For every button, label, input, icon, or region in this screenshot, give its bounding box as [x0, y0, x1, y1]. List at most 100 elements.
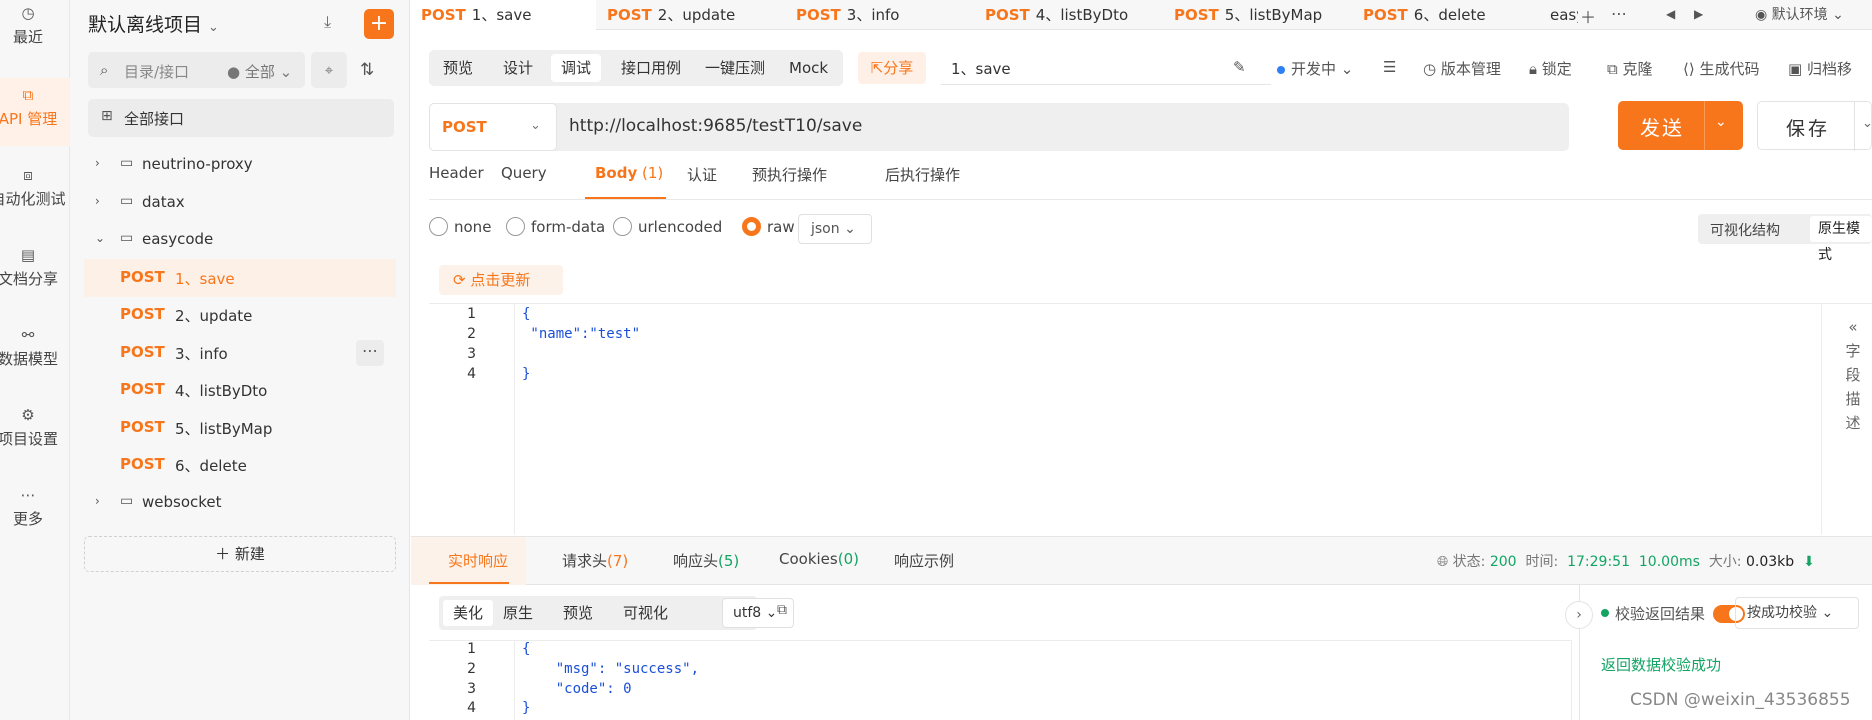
request-body-editor[interactable]: 1 2 3 4 { "name":"test" } [429, 303, 1872, 534]
tab-save[interactable]: POST 1、save [411, 0, 596, 30]
tab-update[interactable]: POST 2、update [597, 0, 785, 30]
response-tabs: 实时响应 请求头(7) 响应头(5) Cookies(0) 响应示例 🌐︎ 状态… [411, 537, 1872, 585]
tree-folder-neutrino-proxy[interactable]: › ▭ neutrino-proxy [84, 146, 396, 184]
tab-info[interactable]: POST 3、info [786, 0, 974, 30]
env-selector[interactable]: ◉ 默认环境 ⌄ [1755, 4, 1844, 24]
rail-item-datamodel[interactable]: ⚯ 数据模型 [0, 326, 70, 369]
api-icon: ⧉ [22, 86, 34, 104]
rail-item-more[interactable]: ⋯ 更多 [0, 486, 70, 529]
radio-form-data[interactable]: form-data [506, 217, 605, 236]
clone-button[interactable]: ⧉ 克隆 [1607, 58, 1653, 79]
url-input[interactable]: http://localhost:9685/testT10/save [569, 116, 862, 136]
fmt-preview[interactable]: 预览 [553, 600, 603, 626]
add-tab-icon[interactable]: ＋ [1580, 4, 1596, 28]
validation-result: 返回数据校验成功 [1601, 656, 1722, 674]
tree-api-listbymap[interactable]: POST 5、listByMap [84, 409, 396, 447]
collapse-validation-button[interactable]: › [1565, 601, 1593, 629]
all-apis-item[interactable]: ⊞ 全部接口 [88, 99, 394, 137]
tree-api-save[interactable]: POST 1、save [84, 259, 396, 297]
chevron-down-icon: ⌄ [208, 20, 219, 35]
subtab-stress[interactable]: 一键压测 [695, 54, 775, 82]
chevron-right-icon: › [95, 494, 100, 508]
tree-api-listbydto[interactable]: POST 4、listByDto [84, 371, 396, 409]
share-button[interactable]: ⇱分享 [858, 52, 926, 84]
nav-rail: ◷ 最近 ⧉ API 管理 ⧈ 自动化测试 ▤ 文档分享 ⚯ 数据模型 ⚙ 项目… [0, 0, 70, 720]
tab-post-script[interactable]: 后执行操作 [885, 164, 960, 185]
field-description-toggle[interactable]: «字段描述 [1843, 315, 1863, 435]
response-body-viewer[interactable]: 1 2 3 4 { "msg": "success", "code": 0 } [429, 640, 1572, 720]
tree-folder-datax[interactable]: › ▭ datax [84, 184, 396, 222]
archive-button[interactable]: ▣ 归档移 [1788, 58, 1852, 79]
tab-header[interactable]: Header [429, 164, 484, 182]
chevron-down-icon[interactable]: ⌄ [1862, 116, 1872, 131]
tree-api-delete[interactable]: POST 6、delete [84, 446, 396, 484]
tab-response-example[interactable]: 响应示例 [894, 550, 954, 571]
tab-auth[interactable]: 认证 [687, 164, 717, 185]
rail-item-settings[interactable]: ⚙ 项目设置 [0, 406, 70, 449]
tab-delete[interactable]: POST 6、delete [1353, 0, 1541, 30]
more-actions-button[interactable]: ⋯ [356, 340, 384, 366]
body-format-select[interactable]: json ⌄ [798, 214, 872, 244]
chevron-down-icon[interactable]: ⌄ [1715, 114, 1727, 130]
version-button[interactable]: ◷ 版本管理 [1423, 58, 1501, 79]
project-title[interactable]: 默认离线项目 ⌄ [88, 10, 219, 37]
tab-easy[interactable]: easy [1542, 0, 1578, 30]
search-icon: ⌕ [100, 61, 109, 79]
fmt-pretty[interactable]: 美化 [443, 600, 494, 626]
tab-query[interactable]: Query [501, 164, 547, 182]
gencode-button[interactable]: ⟨⟩ 生成代码 [1683, 58, 1760, 79]
collapse-all-icon[interactable]: ⇅ [360, 60, 374, 80]
status-dropdown[interactable]: 开发中 ⌄ [1277, 58, 1353, 79]
tab-response-headers[interactable]: 响应头(5) [673, 550, 739, 571]
tab-listbymap[interactable]: POST 5、listByMap [1164, 0, 1352, 30]
add-button[interactable]: + [364, 9, 394, 39]
tree-folder-websocket[interactable]: › ▭ websocket [84, 484, 396, 522]
copy-icon[interactable]: ⧉ [777, 602, 787, 618]
locate-icon[interactable]: ⌖ [311, 52, 347, 88]
radio-urlencoded[interactable]: urlencoded [613, 217, 722, 236]
mode-raw[interactable]: 原生模式 [1810, 216, 1872, 263]
method-select[interactable]: POST ⌄ [429, 103, 557, 151]
tab-live-response[interactable]: 实时响应 [448, 550, 508, 571]
mode-visual[interactable]: 可视化结构 [1710, 220, 1780, 240]
tab-pre-script[interactable]: 预执行操作 [752, 164, 827, 185]
subtab-preview[interactable]: 预览 [433, 54, 483, 82]
subtab-mock[interactable]: Mock [779, 54, 838, 82]
rail-item-docshare[interactable]: ▤ 文档分享 [0, 246, 70, 289]
import-icon[interactable]: ⤓ [324, 12, 331, 32]
tab-request-headers[interactable]: 请求头(7) [562, 550, 628, 571]
filter-dropdown[interactable]: ● 全部 ⌄ [227, 61, 292, 82]
chevron-down-icon: ⌄ [95, 231, 106, 245]
tree-api-update[interactable]: POST 2、update [84, 296, 396, 334]
radio-none[interactable]: none [429, 217, 491, 236]
edit-name-icon[interactable]: ✎ [1233, 58, 1246, 76]
tab-listbydto[interactable]: POST 4、listByDto [975, 0, 1163, 30]
update-button[interactable]: ⟳ 点击更新 [439, 265, 563, 295]
search-input[interactable]: ⌕ 目录/接口 ● 全部 ⌄ [88, 52, 305, 88]
more-tabs-icon[interactable]: ⋯ [1611, 4, 1627, 23]
tree-api-info[interactable]: POST 3、info ⋯ [84, 334, 396, 372]
save-button[interactable]: 保存 ⌄ [1757, 101, 1872, 151]
subtab-design[interactable]: 设计 [493, 54, 543, 82]
tab-cookies[interactable]: Cookies(0) [779, 550, 859, 568]
api-name-field[interactable]: 1、save [951, 58, 1011, 79]
outline-icon[interactable]: ☰ [1383, 58, 1396, 76]
send-button[interactable]: 发送 ⌄ [1618, 101, 1743, 150]
rail-item-api[interactable]: ⧉ API 管理 [0, 86, 70, 129]
code-icon: ⟨⟩ [1683, 60, 1695, 78]
validate-toggle-row: 校验返回结果 [1601, 603, 1746, 624]
validation-mode-select[interactable]: 按成功校验 ⌄ [1735, 597, 1859, 629]
subtab-cases[interactable]: 接口用例 [611, 54, 691, 82]
fmt-visual[interactable]: 可视化 [613, 600, 678, 626]
subtab-debug[interactable]: 调试 [551, 54, 602, 82]
tree-folder-easycode[interactable]: ⌄ ▭ easycode [84, 221, 396, 259]
tab-next-icon[interactable]: ▶ [1694, 7, 1703, 21]
lock-button[interactable]: 🔒︎ 锁定 [1529, 58, 1572, 79]
tab-prev-icon[interactable]: ◀ [1666, 7, 1675, 21]
fmt-raw[interactable]: 原生 [493, 600, 543, 626]
new-button[interactable]: ＋ 新建 [84, 536, 396, 572]
tab-body[interactable]: Body (1) [595, 164, 663, 182]
radio-raw[interactable]: raw [742, 217, 795, 236]
rail-item-autotest[interactable]: ⧈ 自动化测试 [0, 166, 70, 209]
rail-item-recent[interactable]: ◷ 最近 [0, 4, 70, 47]
